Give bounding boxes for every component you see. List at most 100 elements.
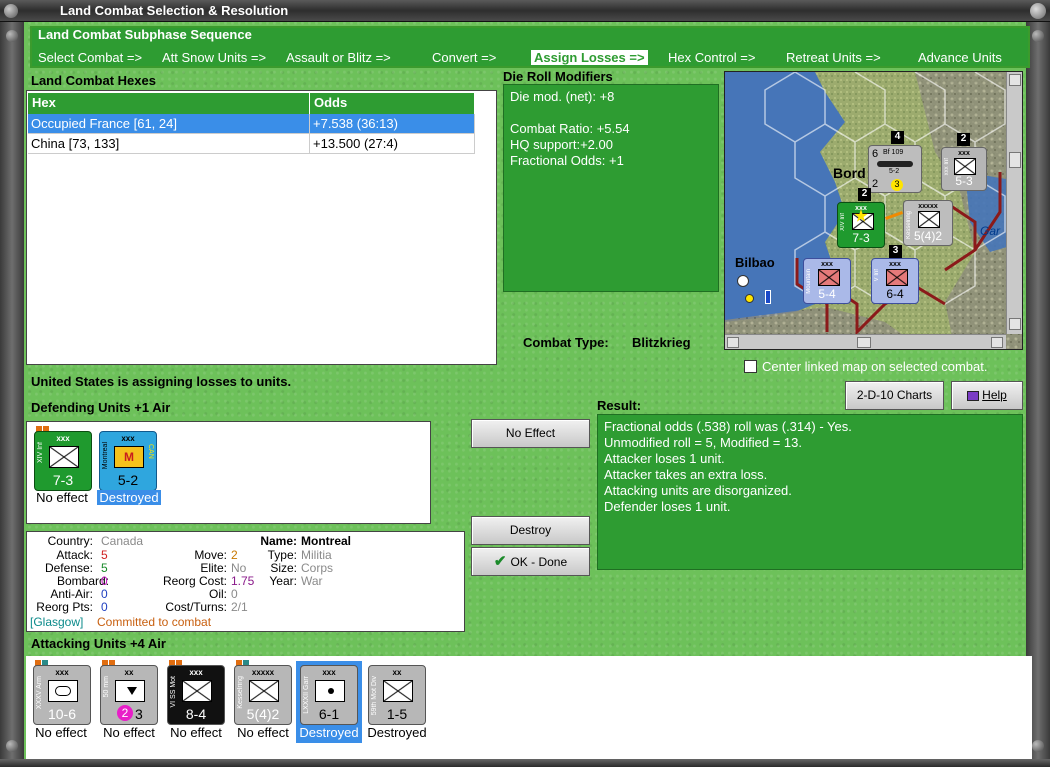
subphase-retreat-units[interactable]: Retreat Units =>	[786, 50, 881, 65]
attacking-unit-4-status: No effect	[237, 725, 289, 740]
map-unit[interactable]: xxx XIV Inf 7-3	[837, 202, 885, 248]
year-value: War	[301, 574, 323, 588]
center-map-checkbox[interactable]	[744, 360, 757, 373]
bolt-icon	[6, 30, 18, 42]
bombard-value: 0	[101, 574, 108, 588]
column-header-hex[interactable]: Hex	[28, 93, 310, 114]
oil-value: 0	[231, 587, 238, 601]
die-ratio: Combat Ratio: +5.54	[510, 121, 630, 136]
map-vertical-scrollbar[interactable]	[1006, 72, 1022, 334]
bolt-icon	[1032, 740, 1044, 752]
subphase-title: Land Combat Subphase Sequence	[38, 27, 252, 42]
scroll-up-icon[interactable]	[1009, 74, 1021, 86]
subphase-hex-control[interactable]: Hex Control =>	[668, 50, 755, 65]
hexes-title: Land Combat Hexes	[31, 73, 156, 88]
checkmark-icon: ✔	[493, 553, 507, 570]
attacking-units-panel: xxx XXXV Arm 10-6 No effect xx 50 mm 2 3…	[26, 656, 1032, 759]
attacking-unit-5[interactable]: xxx LXXXII Garr 6-1	[300, 665, 358, 725]
subphase-sequence: Land Combat Subphase Sequence Select Com…	[30, 26, 1030, 68]
subphase-convert[interactable]: Convert =>	[432, 50, 496, 65]
odds-cell: +7.538 (36:13)	[310, 114, 475, 134]
type-label: Type:	[267, 548, 297, 562]
map-unit[interactable]: xxx Mountain 5-4	[803, 258, 851, 304]
attacking-unit-3-status: No effect	[170, 725, 222, 740]
map-unit[interactable]: xxx V Inf 6-4	[871, 258, 919, 304]
scroll-thumb[interactable]	[857, 337, 871, 348]
attacking-title: Attacking Units +4 Air	[31, 636, 166, 651]
map-unit[interactable]: xxxxx Kesselring 5(4)2	[903, 200, 953, 246]
artillery-icon	[115, 680, 145, 702]
map-horizontal-scrollbar[interactable]	[725, 334, 1006, 349]
motorized-icon	[383, 680, 413, 702]
hex-cell: Occupied France [61, 24]	[28, 114, 310, 134]
ok-done-label: OK - Done	[510, 555, 568, 569]
scroll-left-icon[interactable]	[727, 337, 739, 348]
attacking-unit-1-status: No effect	[35, 725, 87, 740]
stack-count: 3	[889, 245, 902, 258]
ok-done-button[interactable]: ✔ OK - Done	[471, 547, 590, 576]
die-frac: Fractional Odds: +1	[510, 153, 624, 168]
size-label: Size:	[270, 561, 297, 575]
help-button[interactable]: Help	[951, 381, 1023, 410]
port-icon	[765, 290, 771, 304]
table-row[interactable]: Occupied France [61, 24] +7.538 (36:13)	[28, 114, 475, 134]
die-modifiers-panel: Die mod. (net): +8 Combat Ratio: +5.54 H…	[503, 84, 719, 292]
infantry-icon	[886, 269, 908, 286]
help-book-icon	[967, 390, 980, 401]
linked-map[interactable]: Bord Bilbao Gar xxx xxx Inf 5-3 2 6 Bf 1…	[724, 71, 1023, 350]
attacking-unit-2[interactable]: xx 50 mm 2 3	[100, 665, 158, 725]
scroll-thumb[interactable]	[1009, 152, 1021, 168]
subphase-select-combat[interactable]: Select Combat =>	[38, 50, 142, 65]
destroy-button[interactable]: Destroy	[471, 516, 590, 545]
defending-unit-1-status: No effect	[36, 490, 88, 505]
antiair-value: 0	[101, 587, 108, 601]
move-label: Move:	[194, 548, 227, 562]
move-value: 2	[231, 548, 238, 562]
table-row[interactable]: China [73, 133] +13.500 (27:4)	[28, 134, 475, 154]
reorgpts-value: 0	[101, 600, 108, 614]
scroll-right-icon[interactable]	[991, 337, 1003, 348]
size-value: Corps	[301, 561, 334, 575]
scroll-down-icon[interactable]	[1009, 318, 1021, 330]
attacking-unit-6[interactable]: xx 59th Mot Div 1-5	[368, 665, 426, 725]
country-label: Country:	[47, 534, 93, 548]
result-title: Result:	[597, 398, 642, 413]
combat-type-label: Combat Type:	[523, 335, 609, 350]
year-label: Year:	[269, 574, 297, 588]
die-net: Die mod. (net): +8	[510, 89, 615, 104]
aircraft-icon	[877, 161, 913, 167]
map-unit[interactable]: xxx xxx Inf 5-3	[941, 147, 987, 191]
subphase-assign-losses[interactable]: Assign Losses =>	[530, 49, 649, 66]
attacking-unit-1[interactable]: xxx XXXV Arm 10-6	[33, 665, 91, 725]
bolt-icon	[6, 740, 18, 752]
result-line: Unmodified roll = 5, Modified = 13.	[604, 435, 802, 450]
result-line: Fractional odds (.538) roll was (.314) -…	[604, 419, 852, 434]
subphase-advance-units[interactable]: Advance Units	[918, 50, 1002, 65]
window-title: Land Combat Selection & Resolution	[60, 3, 289, 18]
close-icon[interactable]	[1030, 3, 1046, 19]
attacking-unit-3[interactable]: xxx VI SS Mot 8-4	[167, 665, 225, 725]
result-line: Attacking units are disorganized.	[604, 483, 792, 498]
window-menu-icon[interactable]	[4, 4, 18, 18]
help-label: Help	[982, 388, 1007, 402]
defense-value: 5	[101, 561, 108, 575]
defending-unit-1[interactable]: xxx XIV Inf 7-3	[34, 431, 92, 491]
subphase-att-snow-units[interactable]: Att Snow Units =>	[162, 50, 266, 65]
subphase-assault-or-blitz[interactable]: Assault or Blitz =>	[286, 50, 391, 65]
unit-committed: Committed to combat	[97, 615, 212, 629]
attacking-unit-2-badge: 2	[117, 705, 133, 721]
odds-cell: +13.500 (27:4)	[310, 134, 475, 154]
frame-left	[0, 22, 24, 767]
map-air-unit[interactable]: 6 Bf 109 5-2 2 3	[868, 145, 922, 193]
map-label-bilbao: Bilbao	[735, 255, 775, 270]
defending-unit-2-status: Destroyed	[97, 490, 161, 505]
defending-unit-2[interactable]: xxx M Montreal CAN 5-2	[99, 431, 157, 491]
charts-button[interactable]: 2-D-10 Charts	[845, 381, 944, 410]
no-effect-button[interactable]: No Effect	[471, 419, 590, 448]
garrison-icon	[315, 680, 345, 702]
center-map-label[interactable]: Center linked map on selected combat.	[762, 359, 987, 374]
column-header-odds[interactable]: Odds	[310, 93, 474, 114]
attacking-unit-4[interactable]: xxxxx Kesselring 5(4)2	[234, 665, 292, 725]
stack-count: 2	[957, 133, 970, 146]
stack-count: 2	[858, 188, 871, 201]
